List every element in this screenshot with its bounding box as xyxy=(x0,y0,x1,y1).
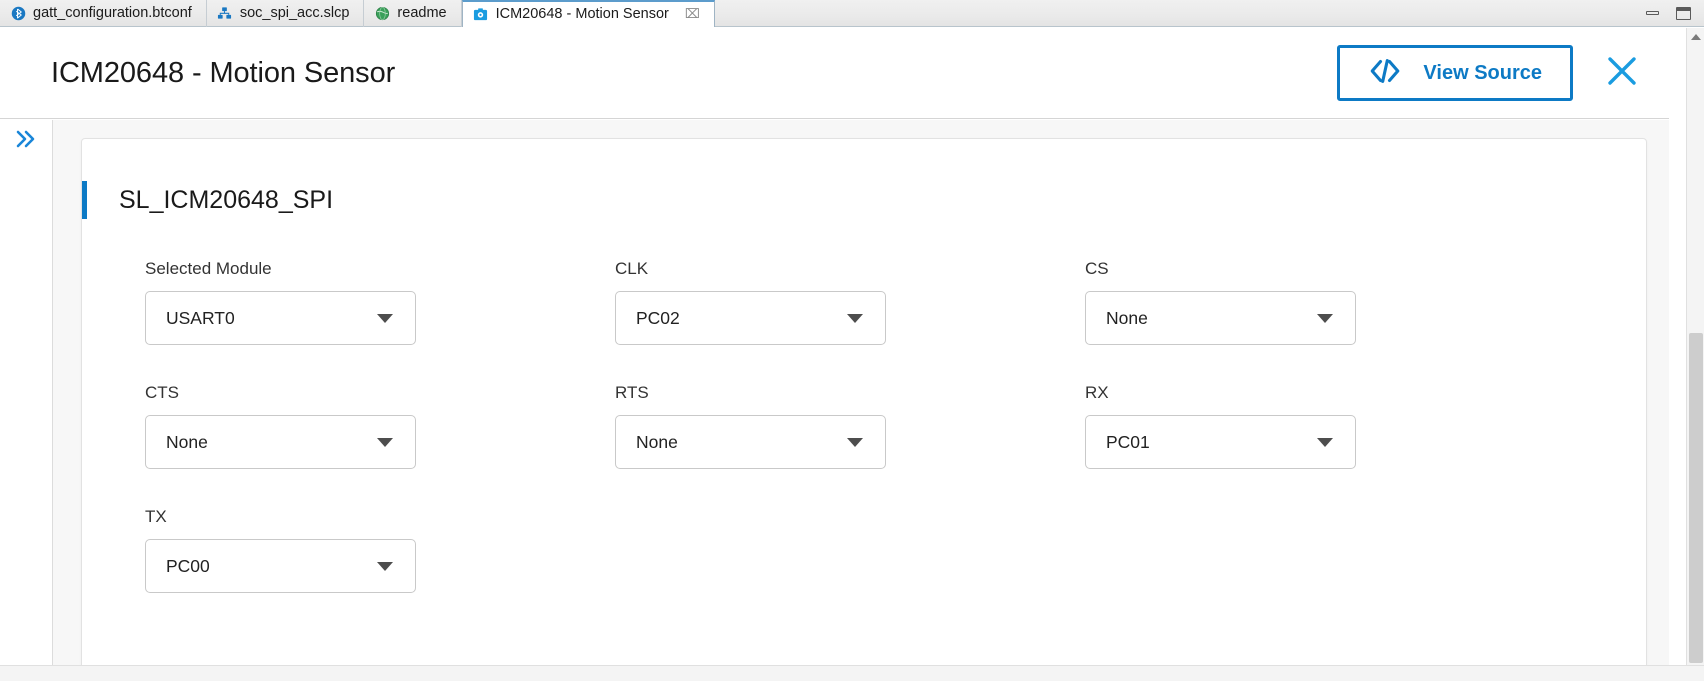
tab-label: ICM20648 - Motion Sensor xyxy=(495,6,669,23)
code-brackets-icon xyxy=(1368,58,1402,89)
tab-label: readme xyxy=(397,5,447,22)
rx-dropdown[interactable]: PC01 xyxy=(1085,415,1356,469)
view-source-button[interactable]: View Source xyxy=(1337,45,1573,101)
cs-dropdown[interactable]: None xyxy=(1085,291,1356,345)
project-blocks-icon xyxy=(217,6,233,22)
chevron-down-icon xyxy=(1317,313,1333,323)
content-pane: SL_ICM20648_SPI Selected Module USART0 C… xyxy=(53,120,1669,665)
tab-label: gatt_configuration.btconf xyxy=(33,5,192,22)
selected-value: PC02 xyxy=(636,307,680,328)
selected-value: PC01 xyxy=(1106,431,1150,452)
vertical-scrollbar-thumb[interactable] xyxy=(1689,333,1703,663)
close-icon[interactable] xyxy=(1605,54,1639,93)
chevron-down-icon xyxy=(377,561,393,571)
field-cs: CS None xyxy=(1085,259,1555,345)
page-header: ICM20648 - Motion Sensor View Source xyxy=(0,28,1669,119)
component-gear-icon xyxy=(473,7,489,23)
selected-value: None xyxy=(636,431,678,452)
field-label: CTS xyxy=(145,383,179,402)
tab-bar-spacer xyxy=(715,0,1646,26)
field-label: CLK xyxy=(615,259,649,278)
card-title: SL_ICM20648_SPI xyxy=(119,185,334,214)
clk-dropdown[interactable]: PC02 xyxy=(615,291,886,345)
tx-dropdown[interactable]: PC00 xyxy=(145,539,416,593)
bluetooth-icon xyxy=(10,6,26,22)
field-label: RTS xyxy=(615,383,649,402)
field-grid: Selected Module USART0 CLK PC02 CS None … xyxy=(82,259,1646,593)
selected-value: PC00 xyxy=(166,555,210,576)
field-label: Selected Module xyxy=(145,259,272,278)
chevron-down-icon xyxy=(847,437,863,447)
tab-icm20648-motion-sensor[interactable]: ICM20648 - Motion Sensor ⌧ xyxy=(461,0,715,27)
field-label: CS xyxy=(1085,259,1109,278)
maximize-restore-icon[interactable] xyxy=(1676,6,1691,20)
tab-close-icon[interactable]: ⌧ xyxy=(685,8,700,21)
field-label: TX xyxy=(145,507,167,526)
tab-soc-spi-acc[interactable]: soc_spi_acc.slcp xyxy=(207,0,365,27)
vertical-scrollbar[interactable] xyxy=(1686,28,1704,681)
application-window: gatt_configuration.btconf soc_spi_acc.sl… xyxy=(0,0,1704,681)
rts-dropdown[interactable]: None xyxy=(615,415,886,469)
card-header: SL_ICM20648_SPI xyxy=(82,181,1646,219)
cts-dropdown[interactable]: None xyxy=(145,415,416,469)
chevron-down-icon xyxy=(377,437,393,447)
globe-icon xyxy=(374,6,390,22)
tab-readme[interactable]: readme xyxy=(364,0,462,27)
view-source-label: View Source xyxy=(1423,61,1542,84)
tab-gatt-configuration[interactable]: gatt_configuration.btconf xyxy=(0,0,207,27)
field-cts: CTS None xyxy=(145,383,615,469)
chevron-down-icon xyxy=(847,313,863,323)
field-tx: TX PC00 xyxy=(145,507,615,593)
body-area: SL_ICM20648_SPI Selected Module USART0 C… xyxy=(0,120,1669,665)
field-selected-module: Selected Module USART0 xyxy=(145,259,615,345)
selected-module-dropdown[interactable]: USART0 xyxy=(145,291,416,345)
editor-tab-bar: gatt_configuration.btconf soc_spi_acc.sl… xyxy=(0,0,1704,27)
header-actions: View Source xyxy=(1337,45,1669,101)
field-rx: RX PC01 xyxy=(1085,383,1555,469)
field-label: RX xyxy=(1085,383,1109,402)
minimize-icon[interactable] xyxy=(1646,11,1659,15)
field-rts: RTS None xyxy=(615,383,1085,469)
scroll-up-icon[interactable] xyxy=(1691,34,1701,40)
window-controls xyxy=(1646,0,1704,26)
configuration-card: SL_ICM20648_SPI Selected Module USART0 C… xyxy=(81,138,1647,665)
chevron-down-icon xyxy=(377,313,393,323)
selected-value: USART0 xyxy=(166,307,235,328)
field-clk: CLK PC02 xyxy=(615,259,1085,345)
selected-value: None xyxy=(166,431,208,452)
selected-value: None xyxy=(1106,307,1148,328)
tab-label: soc_spi_acc.slcp xyxy=(239,5,350,22)
chevron-down-icon xyxy=(1317,437,1333,447)
chevron-double-right-icon[interactable] xyxy=(13,128,39,665)
sidebar-rail xyxy=(0,120,53,665)
horizontal-scrollbar[interactable] xyxy=(0,665,1704,681)
accent-bar xyxy=(82,181,87,219)
page-title: ICM20648 - Motion Sensor xyxy=(51,56,396,89)
